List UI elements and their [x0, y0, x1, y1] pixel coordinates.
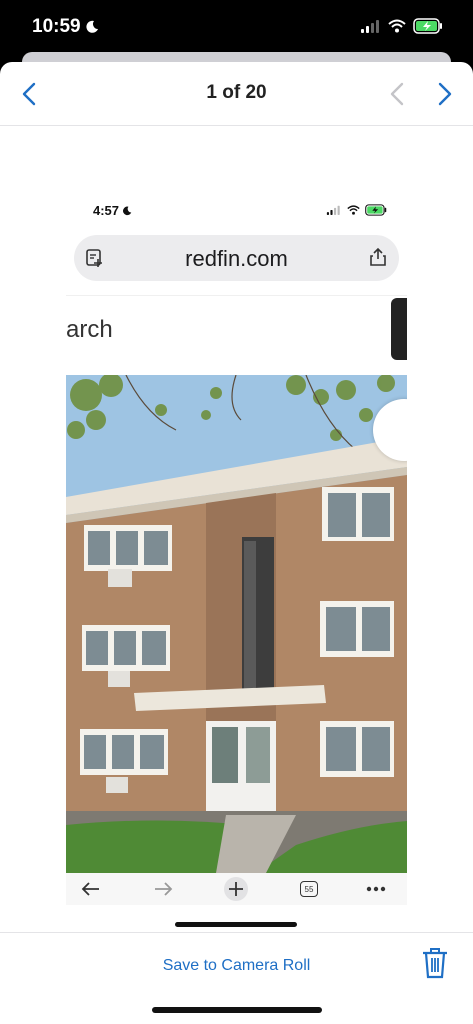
share-icon — [370, 247, 386, 266]
inner-home-indicator — [175, 922, 297, 927]
inner-status-time: 4:57 — [93, 203, 132, 218]
status-bar: 10:59 — [0, 0, 473, 54]
previous-chevron-icon[interactable] — [386, 80, 410, 108]
wifi-icon — [388, 19, 406, 33]
status-time-text: 10:59 — [32, 16, 81, 37]
next-chevron-icon[interactable] — [432, 80, 456, 108]
home-indicator — [152, 1007, 322, 1013]
inner-status-time-text: 4:57 — [93, 203, 120, 218]
search-button-edge — [391, 298, 407, 360]
moon-icon — [86, 20, 98, 33]
status-icons — [361, 18, 443, 34]
inner-status-bar: 4:57 — [66, 195, 407, 225]
more-options-icon — [364, 877, 388, 901]
address-bar: redfin.com — [74, 235, 399, 281]
battery-charging-icon — [365, 204, 387, 216]
new-tab-plus-icon — [222, 877, 250, 901]
status-time: 10:59 — [32, 16, 99, 38]
tabs-count: 55 — [300, 881, 318, 897]
search-row: arch — [66, 295, 407, 373]
screen: 10:59 1 of 20 4:57 redfin.com arch 55 Sa… — [0, 0, 473, 1024]
moon-icon — [123, 206, 132, 215]
search-text-fragment: arch — [66, 316, 113, 343]
trash-icon[interactable] — [421, 947, 449, 979]
cellular-signal-icon — [326, 205, 340, 215]
building-photo-illustration — [66, 375, 407, 873]
battery-charging-icon — [413, 18, 442, 34]
screenshot-image: 4:57 redfin.com arch 55 — [66, 195, 407, 905]
back-arrow-icon — [80, 877, 102, 901]
save-to-camera-roll-button[interactable]: Save to Camera Roll — [0, 957, 473, 975]
tabs-button: 55 — [298, 877, 320, 901]
forward-arrow-icon — [152, 877, 174, 901]
listing-photo — [66, 375, 407, 873]
inner-status-icons — [326, 204, 387, 216]
cellular-signal-icon — [361, 20, 379, 33]
nav-bar: 1 of 20 — [0, 62, 473, 126]
wifi-icon — [347, 205, 360, 215]
browser-toolbar: 55 — [66, 873, 407, 905]
url-text: redfin.com — [185, 246, 288, 271]
photo-sheet: 1 of 20 4:57 redfin.com arch 55 Save to … — [0, 62, 473, 1024]
